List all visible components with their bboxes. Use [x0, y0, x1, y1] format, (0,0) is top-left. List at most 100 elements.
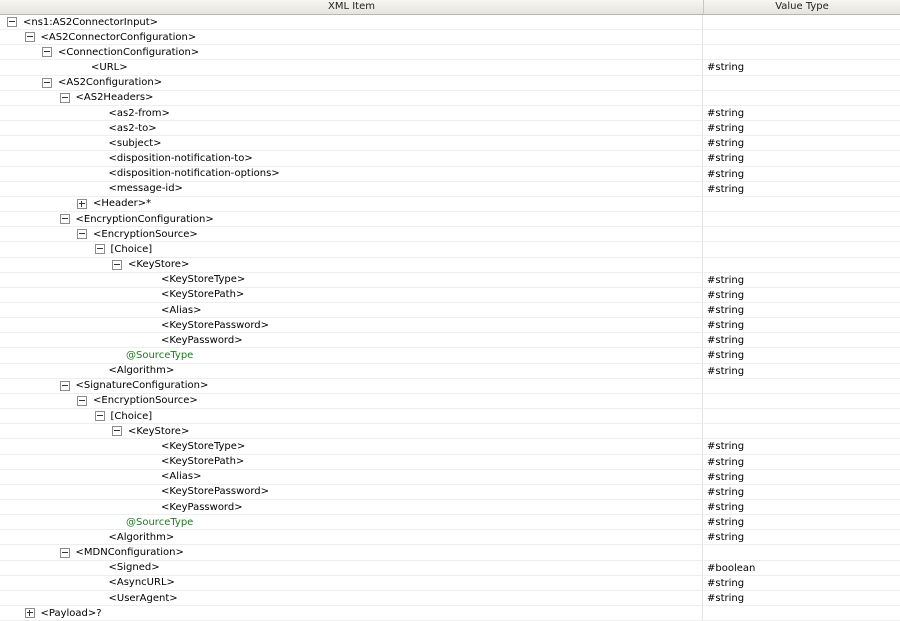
- xml-item-cell: <Payload>?: [0, 606, 703, 621]
- tree-row[interactable]: <KeyStoreType> #string: [0, 439, 900, 455]
- tree-row[interactable]: <Algorithm> #string: [0, 363, 900, 379]
- collapse-icon[interactable]: [24, 32, 35, 43]
- value-type-cell: #string: [707, 183, 745, 195]
- expand-icon[interactable]: [24, 608, 35, 619]
- element-label: <KeyStore>: [128, 259, 190, 271]
- value-type-cell: #string: [707, 517, 745, 529]
- tree-row[interactable]: <KeyStore>: [0, 424, 900, 440]
- tree-row[interactable]: <as2-from> #string: [0, 105, 900, 122]
- collapse-icon[interactable]: [77, 229, 87, 240]
- tree-row[interactable]: <AS2Configuration>: [0, 75, 900, 91]
- tree-row[interactable]: <URL> #string: [0, 60, 900, 76]
- tree-row[interactable]: @SourceType #string: [0, 515, 900, 531]
- collapse-icon[interactable]: [42, 77, 52, 88]
- attribute-label: @SourceType: [126, 350, 194, 362]
- tree-row[interactable]: <KeyStorePath> #string: [0, 287, 900, 303]
- tree-row[interactable]: [Choice]: [0, 409, 900, 425]
- xml-tree-table: XML Item Value Type <ns1:AS2ConnectorInp…: [0, 0, 900, 621]
- element-label: <KeyPassword>: [161, 501, 243, 513]
- xml-item-cell: <EncryptionSource>: [0, 393, 703, 409]
- element-label: <ns1:AS2ConnectorInput>: [23, 16, 159, 28]
- xml-item-cell: <AsyncURL>: [0, 575, 703, 590]
- tree-row[interactable]: <Alias> #string: [0, 302, 900, 319]
- tree-row[interactable]: <AS2ConnectorConfiguration>: [0, 30, 900, 46]
- tree-row[interactable]: <KeyStoreType> #string: [0, 272, 900, 288]
- tree-row[interactable]: <disposition-notification-to> #string: [0, 151, 900, 167]
- value-type-cell: [703, 197, 900, 211]
- element-label: [Choice]: [110, 410, 153, 422]
- collapse-icon[interactable]: [94, 244, 105, 255]
- tree-row[interactable]: <ns1:AS2ConnectorInput>: [0, 15, 900, 31]
- element-label: <Algorithm>: [108, 531, 175, 543]
- element-label: <as2-to>: [108, 122, 157, 134]
- value-type-cell: [703, 91, 900, 105]
- value-type-cell: #string: [707, 138, 745, 150]
- tree-row[interactable]: <AsyncURL> #string: [0, 575, 900, 591]
- value-type-cell: #string: [707, 502, 745, 513]
- value-type-cell: #string: [707, 441, 745, 453]
- expand-icon[interactable]: [77, 198, 87, 209]
- tree-row[interactable]: <EncryptionSource>: [0, 227, 900, 243]
- tree-row[interactable]: <SignatureConfiguration>: [0, 378, 900, 394]
- tree-row[interactable]: [Choice]: [0, 242, 900, 258]
- tree-row[interactable]: <message-id> #string: [0, 181, 900, 197]
- tree-row[interactable]: <UserAgent> #string: [0, 590, 900, 607]
- element-label: [Choice]: [110, 243, 153, 255]
- element-label: <subject>: [108, 137, 162, 149]
- tree-row[interactable]: <subject> #string: [0, 136, 900, 152]
- element-label: <AS2Configuration>: [58, 77, 163, 89]
- xml-item-cell: <KeyStorePath>: [0, 454, 703, 469]
- xml-item-cell: [Choice]: [0, 409, 703, 424]
- tree-row[interactable]: <EncryptionSource>: [0, 393, 900, 410]
- xml-item-cell: <URL>: [0, 60, 703, 75]
- tree-row[interactable]: <Signed> #boolean: [0, 560, 900, 576]
- collapse-icon[interactable]: [42, 47, 52, 58]
- column-header-xml-item[interactable]: XML Item: [0, 0, 704, 14]
- collapse-icon[interactable]: [94, 411, 105, 422]
- xml-item-cell: <ns1:AS2ConnectorInput>: [0, 15, 703, 30]
- collapse-icon[interactable]: [59, 214, 70, 225]
- tree-row[interactable]: <KeyStore>: [0, 257, 900, 273]
- tree-row[interactable]: <Algorithm> #string: [0, 530, 900, 546]
- tree-row[interactable]: <KeyPassword> #string: [0, 333, 900, 349]
- tree-row[interactable]: <KeyStorePassword> #string: [0, 318, 900, 334]
- xml-item-cell: <as2-to>: [0, 121, 703, 136]
- collapse-icon[interactable]: [112, 259, 122, 270]
- column-header-value-type[interactable]: Value Type: [704, 0, 900, 14]
- tree-row[interactable]: <Header>*: [0, 196, 900, 213]
- tree-row[interactable]: <KeyPassword> #string: [0, 500, 900, 516]
- value-type-cell: [703, 212, 900, 226]
- tree-row[interactable]: <disposition-notification-options> #strin…: [0, 166, 900, 182]
- tree-row[interactable]: <ConnectionConfiguration>: [0, 45, 900, 61]
- element-label: <AsyncURL>: [108, 577, 175, 589]
- xml-item-cell: <EncryptionSource>: [0, 227, 703, 242]
- value-type-cell: #string: [707, 168, 745, 180]
- tree-row[interactable]: <KeyStorePath> #string: [0, 454, 900, 470]
- collapse-icon[interactable]: [59, 547, 70, 558]
- collapse-icon[interactable]: [59, 92, 70, 103]
- tree-row[interactable]: <Alias> #string: [0, 469, 900, 485]
- tree-row[interactable]: <EncryptionConfiguration>: [0, 212, 900, 228]
- value-type-cell: #string: [707, 274, 745, 286]
- value-type-cell: #string: [707, 471, 745, 483]
- tree-row[interactable]: <KeyStorePassword> #string: [0, 484, 900, 500]
- collapse-icon[interactable]: [77, 395, 87, 406]
- collapse-icon[interactable]: [7, 17, 17, 28]
- xml-item-cell: <KeyPassword>: [0, 333, 703, 348]
- value-type-cell: #boolean: [707, 562, 756, 574]
- tree-row[interactable]: @SourceType #string: [0, 348, 900, 364]
- collapse-icon[interactable]: [112, 426, 122, 437]
- tree-row[interactable]: <MDNConfiguration>: [0, 545, 900, 561]
- value-type-cell: #string: [707, 320, 745, 332]
- tree-row[interactable]: <Payload>?: [0, 606, 900, 621]
- tree-row[interactable]: <AS2Headers>: [0, 90, 900, 106]
- element-label: <Alias>: [161, 471, 202, 483]
- element-label: <EncryptionSource>: [93, 395, 198, 407]
- xml-item-cell: <KeyStore>: [0, 257, 703, 272]
- xml-item-cell: <message-id>: [0, 181, 703, 196]
- element-label: <Header>*: [93, 198, 152, 210]
- tree-row[interactable]: <as2-to> #string: [0, 121, 900, 137]
- collapse-icon[interactable]: [59, 380, 70, 391]
- element-label: <KeyStorePassword>: [161, 319, 270, 331]
- xml-item-cell: <Alias>: [0, 302, 703, 318]
